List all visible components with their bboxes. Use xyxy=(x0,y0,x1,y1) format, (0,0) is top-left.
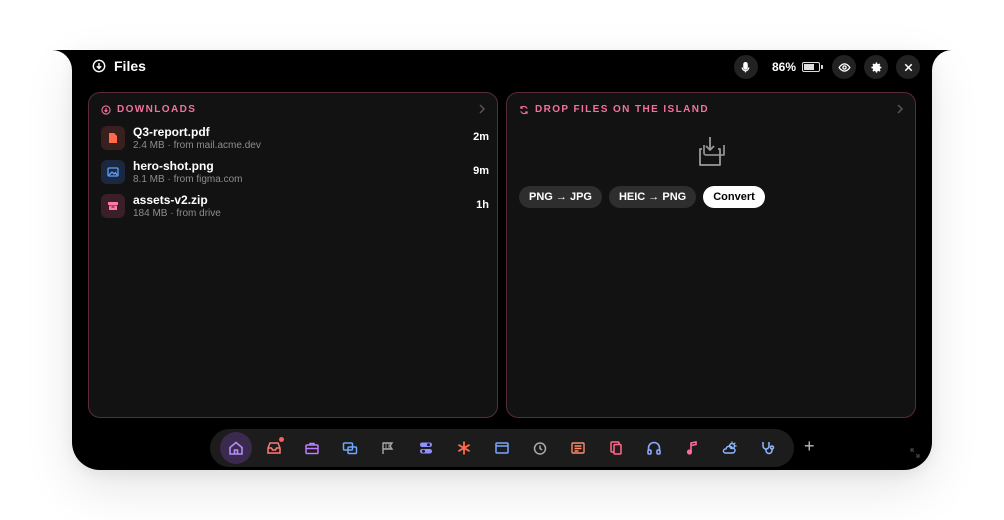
file-time: 1h xyxy=(476,199,489,211)
gear-icon xyxy=(870,61,881,73)
dock-news[interactable] xyxy=(562,432,594,464)
download-circle-icon xyxy=(101,104,111,115)
briefcase-icon xyxy=(305,442,319,455)
island-left-ear xyxy=(52,50,72,72)
file-name: Q3-report.pdf xyxy=(133,125,210,139)
download-row[interactable]: hero-shot.png 8.1 MB · from figma.com 9m xyxy=(101,158,489,188)
dynamic-island: Files 86% DOWNLOADS Q3-report.pdf 2.4 MB… xyxy=(72,50,932,470)
battery-percentage: 86% xyxy=(771,60,796,74)
home-icon xyxy=(229,441,243,455)
battery-status: 86% xyxy=(771,60,823,74)
chevron-right-icon[interactable] xyxy=(477,103,487,115)
page-title: Files xyxy=(114,58,146,74)
microphone-button[interactable] xyxy=(733,55,758,79)
top-bar: Files 86% xyxy=(72,50,932,86)
converter-heading: DROP FILES ON THE ISLAND xyxy=(535,104,709,115)
eye-icon xyxy=(837,62,851,72)
headphones-icon xyxy=(647,441,661,455)
dock-asterisk[interactable] xyxy=(448,432,480,464)
file-type-badge xyxy=(101,126,125,150)
top-controls: 86% xyxy=(733,55,920,79)
file-meta: 184 MB · from drive xyxy=(133,208,221,219)
file-name: hero-shot.png xyxy=(133,159,214,173)
visibility-button[interactable] xyxy=(832,55,856,79)
close-button[interactable] xyxy=(896,55,920,79)
file-time: 2m xyxy=(473,131,489,143)
downloads-heading: DOWNLOADS xyxy=(117,104,197,115)
app-dock xyxy=(210,429,794,467)
chip-heic-to-png[interactable]: HEIC → PNG xyxy=(608,186,697,208)
dock-briefcase[interactable] xyxy=(296,432,328,464)
dock-toggles[interactable] xyxy=(410,432,442,464)
image-icon xyxy=(107,167,119,177)
chip-png-to-jpg[interactable]: PNG → JPG xyxy=(519,186,602,208)
file-time: 9m xyxy=(473,165,489,177)
dock-weather[interactable] xyxy=(714,432,746,464)
dock-music[interactable] xyxy=(676,432,708,464)
inbox-icon xyxy=(267,442,281,454)
clipboard-icon xyxy=(610,441,622,455)
file-type-badge xyxy=(101,160,125,184)
dock-home[interactable] xyxy=(220,432,252,464)
file-meta: 2.4 MB · from mail.acme.dev xyxy=(133,140,261,151)
conversion-chips: PNG → JPG HEIC → PNG Convert xyxy=(519,186,765,208)
battery-icon xyxy=(802,62,823,72)
file-meta: 8.1 MB · from figma.com xyxy=(133,174,243,185)
battery-fill xyxy=(804,64,814,70)
timer-icon xyxy=(533,442,547,455)
dock-clipboard[interactable] xyxy=(600,432,632,464)
chevron-right-icon[interactable] xyxy=(895,103,905,115)
settings-button[interactable] xyxy=(864,55,888,79)
dock-timer[interactable] xyxy=(524,432,556,464)
drop-tray-icon xyxy=(699,137,725,166)
microphone-icon xyxy=(742,61,750,72)
convert-button[interactable]: Convert xyxy=(703,186,765,208)
converter-header: DROP FILES ON THE ISLAND xyxy=(519,104,709,115)
stethoscope-icon xyxy=(762,442,775,455)
archive-icon xyxy=(108,202,118,210)
news-icon xyxy=(571,442,585,454)
dock-windows[interactable] xyxy=(334,432,366,464)
dock-inbox[interactable] xyxy=(258,432,290,464)
notification-badge xyxy=(279,437,284,442)
refresh-icon xyxy=(520,105,528,114)
downloads-header: DOWNLOADS xyxy=(101,104,196,115)
weather-icon xyxy=(722,441,737,454)
window-icon xyxy=(495,442,509,454)
flag-icon xyxy=(382,442,394,454)
toggles-icon xyxy=(420,442,432,454)
download-circle-icon xyxy=(92,59,106,73)
close-icon xyxy=(904,63,912,71)
add-widget-button[interactable]: + xyxy=(804,436,815,457)
dock-flag[interactable] xyxy=(372,432,404,464)
windows-icon xyxy=(342,442,358,455)
asterisk-icon xyxy=(457,441,471,455)
drop-converter-panel[interactable]: DROP FILES ON THE ISLAND PNG → JPG HEIC … xyxy=(506,92,916,418)
file-name: assets-v2.zip xyxy=(133,193,208,207)
downloads-panel: DOWNLOADS Q3-report.pdf 2.4 MB · from ma… xyxy=(88,92,498,418)
dock-headphones[interactable] xyxy=(638,432,670,464)
dock-window[interactable] xyxy=(486,432,518,464)
app-title: Files xyxy=(92,58,146,74)
island-right-ear xyxy=(932,50,952,72)
resize-handle-icon[interactable] xyxy=(910,448,920,458)
dock-stethoscope[interactable] xyxy=(752,432,784,464)
download-row[interactable]: Q3-report.pdf 2.4 MB · from mail.acme.de… xyxy=(101,124,489,154)
music-note-icon xyxy=(686,441,697,455)
download-row[interactable]: assets-v2.zip 184 MB · from drive 1h xyxy=(101,192,489,222)
file-type-badge xyxy=(101,194,125,218)
file-icon xyxy=(109,133,117,143)
